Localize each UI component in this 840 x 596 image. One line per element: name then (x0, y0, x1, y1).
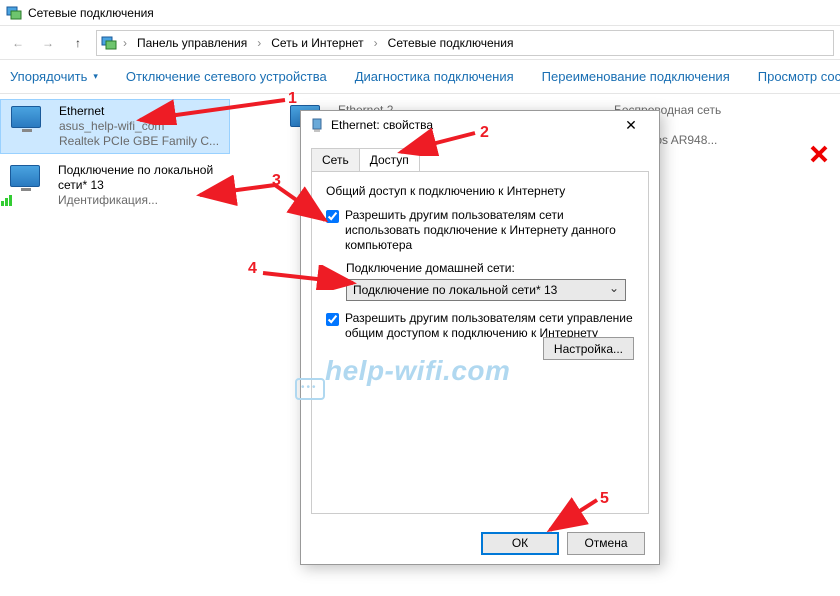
up-button[interactable]: ↑ (66, 31, 90, 55)
ok-button[interactable]: ОК (481, 532, 559, 555)
dialog-body: Сеть Доступ Общий доступ к подключению к… (301, 139, 659, 522)
breadcrumb-item[interactable]: Панель управления (133, 34, 251, 52)
home-connection-value: Подключение по локальной сети* 13 (353, 283, 557, 297)
rename-button[interactable]: Переименование подключения (542, 69, 730, 84)
annotation-5: 5 (600, 490, 609, 508)
home-connection-block: Подключение домашней сети: Подключение п… (346, 261, 634, 301)
disabled-x-icon (810, 145, 828, 163)
adapter-icon (4, 163, 48, 203)
annotation-4: 4 (248, 260, 257, 278)
chevron-right-icon: › (121, 36, 129, 50)
tab-sharing-pane: Общий доступ к подключению к Интернету Р… (311, 171, 649, 514)
allow-sharing-checkbox[interactable] (326, 210, 339, 223)
connection-status: Идентификация... (58, 193, 226, 208)
disable-device-button[interactable]: Отключение сетевого устройства (126, 69, 327, 84)
chevron-right-icon: › (372, 36, 380, 50)
connection-network: asus_help-wifi_com (59, 119, 219, 134)
group-title: Общий доступ к подключению к Интернету (326, 184, 634, 198)
connection-item-local[interactable]: Подключение по локальной сети* 13 Иденти… (0, 159, 230, 212)
explorer-titlebar: Сетевые подключения (0, 0, 840, 26)
signal-icon (0, 191, 16, 207)
toolbar: Упорядочить Отключение сетевого устройст… (0, 60, 840, 94)
annotation-1: 1 (288, 90, 297, 108)
forward-button[interactable]: → (36, 31, 60, 55)
view-state-button[interactable]: Просмотр состоя (758, 69, 840, 84)
ethernet-icon (309, 117, 325, 133)
diagnose-button[interactable]: Диагностика подключения (355, 69, 514, 84)
breadcrumb-item[interactable]: Сетевые подключения (384, 34, 518, 52)
network-icon (6, 5, 22, 21)
dialog-footer: ОК Отмена (301, 522, 659, 564)
annotation-2: 2 (480, 124, 489, 142)
annotation-3: 3 (272, 172, 281, 190)
cancel-button[interactable]: Отмена (567, 532, 645, 555)
allow-control-checkbox[interactable] (326, 313, 339, 326)
organize-button[interactable]: Упорядочить (10, 69, 98, 84)
chevron-right-icon: › (255, 36, 263, 50)
tabs: Сеть Доступ (311, 148, 649, 172)
breadcrumb[interactable]: › Панель управления › Сеть и Интернет › … (96, 30, 834, 56)
settings-button[interactable]: Настройка... (543, 337, 634, 360)
tab-sharing[interactable]: Доступ (359, 148, 420, 171)
connection-name: Ethernet (59, 104, 219, 119)
home-connection-combo[interactable]: Подключение по локальной сети* 13 (346, 279, 626, 301)
breadcrumb-item[interactable]: Сеть и Интернет (267, 34, 367, 52)
nav-row: ← → ↑ › Панель управления › Сеть и Интер… (0, 26, 840, 60)
back-button[interactable]: ← (6, 31, 30, 55)
connection-name: Подключение по локальной сети* 13 (58, 163, 226, 193)
window-title: Сетевые подключения (28, 6, 154, 20)
connection-item-ethernet[interactable]: Ethernet asus_help-wifi_com Realtek PCIe… (0, 99, 230, 154)
home-connection-label: Подключение домашней сети: (346, 261, 634, 275)
close-button[interactable]: ✕ (611, 113, 651, 137)
tab-network[interactable]: Сеть (311, 148, 360, 171)
connection-device: Realtek PCIe GBE Family C... (59, 134, 219, 149)
adapter-icon (5, 104, 49, 144)
allow-sharing-label: Разрешить другим пользователям сети испо… (345, 208, 634, 253)
network-icon (101, 35, 117, 51)
allow-sharing-row: Разрешить другим пользователям сети испо… (326, 208, 634, 253)
dialog-title: Ethernet: свойства (331, 118, 433, 132)
